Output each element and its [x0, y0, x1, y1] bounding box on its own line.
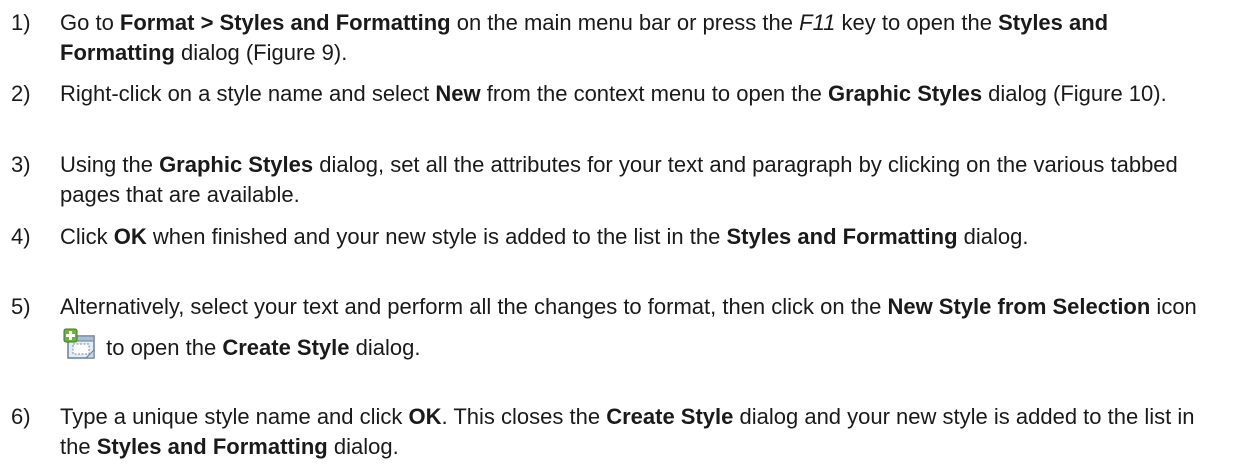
menu-item-name: New — [435, 81, 481, 106]
icon-name: New Style from Selection — [887, 294, 1151, 319]
step-text: Right-click on a style name and select N… — [60, 81, 1167, 106]
step-text: Go to Format > Styles and Formatting on … — [60, 10, 1109, 65]
dialog-name: Graphic Styles — [827, 81, 983, 106]
dialog-name: Styles and Formatting — [726, 224, 958, 249]
new-style-from-selection-icon — [62, 327, 98, 361]
step-number: 1) — [11, 10, 31, 35]
step-text: Type a unique style name and click OK. T… — [60, 404, 1195, 459]
step-text: Click OK when finished and your new styl… — [60, 224, 1029, 249]
dialog-name: Styles and Formatting — [96, 434, 328, 459]
dialog-name: Create Style — [606, 404, 734, 429]
step-number: 5) — [11, 294, 31, 319]
step-number: 6) — [11, 404, 31, 429]
menu-path: Format > Styles and Formatting — [119, 10, 451, 35]
step-number: 3) — [11, 152, 31, 177]
step-number: 2) — [11, 81, 31, 106]
document-page: 1) Go to Format > Styles and Formatting … — [0, 0, 1240, 474]
key-name: F11 — [799, 10, 836, 35]
dialog-name: Graphic Styles — [159, 152, 314, 177]
step-number: 4) — [11, 224, 31, 249]
step-text: Using the Graphic Styles dialog, set all… — [60, 152, 1178, 207]
step-text: Alternatively, select your text and perf… — [60, 294, 1197, 361]
button-name: OK — [408, 404, 442, 429]
button-name: OK — [113, 224, 147, 249]
dialog-name: Create Style — [222, 335, 350, 360]
